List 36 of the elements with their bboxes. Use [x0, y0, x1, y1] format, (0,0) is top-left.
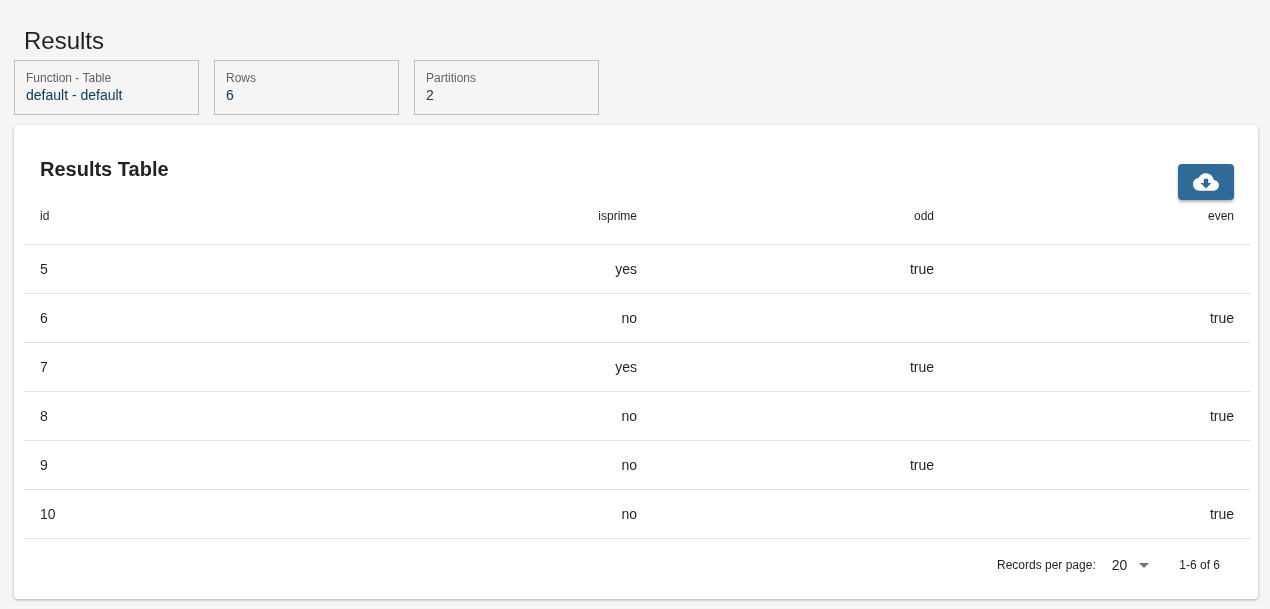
page-title: Results: [24, 26, 105, 56]
table-cell-text: no: [620, 506, 638, 522]
table-cell-text: true: [908, 359, 935, 375]
table-cell-text: 10: [39, 506, 57, 522]
table-cell-text: 6: [39, 310, 49, 326]
table-cell-text: no: [620, 457, 638, 473]
table-cell-text: true: [908, 457, 935, 473]
records-per-page-select[interactable]: 20: [1111, 557, 1150, 573]
stat-label: Partitions: [426, 71, 477, 85]
column-header: isprime: [597, 208, 638, 223]
stat-label: Function - Table: [26, 71, 112, 85]
column-header: even: [1206, 208, 1235, 223]
page-range: 1-6 of 6: [1179, 558, 1220, 572]
stat-label: Rows: [226, 71, 256, 85]
table-cell-text: true: [908, 261, 935, 277]
table-cell-text: no: [620, 408, 638, 424]
table-cell-text: true: [1208, 408, 1235, 424]
table-cell-text: 8: [39, 408, 49, 424]
table-cell-text: true: [1208, 310, 1235, 326]
column-header: id: [39, 208, 51, 223]
download-button[interactable]: [1178, 164, 1234, 200]
table-cell-text: 9: [39, 457, 49, 473]
table-cell-text: true: [1208, 506, 1235, 522]
card-title: Results Table: [40, 157, 169, 181]
stat-value: 2: [426, 86, 434, 105]
column-header: odd: [912, 208, 935, 223]
stat-value: default - default: [26, 86, 123, 105]
table-cell-text: 5: [39, 261, 49, 277]
cloud-download-icon: [1193, 173, 1219, 191]
caret-icon: [1139, 562, 1150, 568]
table-cell-text: yes: [614, 359, 638, 375]
table-cell-text: 7: [39, 359, 49, 375]
table-cell-text: yes: [614, 261, 638, 277]
records-per-page-label: Records per page:: [997, 558, 1096, 572]
stat-value: 6: [226, 86, 234, 105]
table-cell-text: no: [620, 310, 638, 326]
